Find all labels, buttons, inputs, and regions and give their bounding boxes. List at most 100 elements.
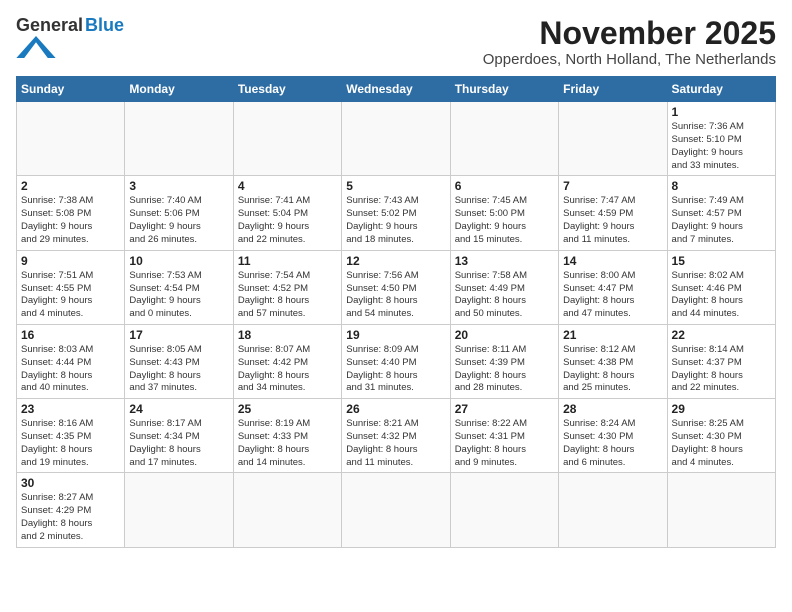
day-number: 20 (455, 328, 554, 342)
calendar-cell: 17 Sunrise: 8:05 AM Sunset: 4:43 PM Dayli… (125, 324, 233, 398)
calendar-cell: 11Sunrise: 7:54 AM Sunset: 4:52 PM Dayli… (233, 250, 341, 324)
day-number: 12 (346, 254, 445, 268)
day-info: Sunrise: 7:51 AM Sunset: 4:55 PM Dayligh… (21, 270, 120, 321)
weekday-header-saturday: Saturday (667, 77, 775, 102)
day-info: Sunrise: 7:47 AM Sunset: 4:59 PM Dayligh… (563, 195, 662, 246)
day-info: Sunrise: 8:17 AM Sunset: 4:34 PM Dayligh… (129, 418, 228, 469)
weekday-header-wednesday: Wednesday (342, 77, 450, 102)
calendar-cell: 10 Sunrise: 7:53 AM Sunset: 4:54 PM Dayli… (125, 250, 233, 324)
calendar-cell: 28 Sunrise: 8:24 AM Sunset: 4:30 PM Dayli… (559, 399, 667, 473)
day-info: Sunrise: 8:27 AM Sunset: 4:29 PM Dayligh… (21, 492, 120, 543)
calendar-cell: 2Sunrise: 7:38 AM Sunset: 5:08 PM Daylig… (17, 176, 125, 250)
calendar-cell (125, 473, 233, 547)
calendar-week-row: 16 Sunrise: 8:03 AM Sunset: 4:44 PM Dayli… (17, 324, 776, 398)
day-number: 23 (21, 402, 120, 416)
calendar-cell: 3 Sunrise: 7:40 AM Sunset: 5:06 PM Daylig… (125, 176, 233, 250)
weekday-header-monday: Monday (125, 77, 233, 102)
calendar-week-row: 9 Sunrise: 7:51 AM Sunset: 4:55 PM Daylig… (17, 250, 776, 324)
calendar-cell (125, 102, 233, 176)
calendar-cell: 1 Sunrise: 7:36 AM Sunset: 5:10 PM Daylig… (667, 102, 775, 176)
logo-text-general: General (16, 16, 83, 34)
logo: General Blue (16, 16, 124, 58)
day-number: 7 (563, 179, 662, 193)
day-info: Sunrise: 8:00 AM Sunset: 4:47 PM Dayligh… (563, 270, 662, 321)
day-number: 30 (21, 476, 120, 490)
calendar-cell (450, 102, 558, 176)
calendar-cell: 12 Sunrise: 7:56 AM Sunset: 4:50 PM Dayli… (342, 250, 450, 324)
calendar-cell (17, 102, 125, 176)
calendar-week-row: 2Sunrise: 7:38 AM Sunset: 5:08 PM Daylig… (17, 176, 776, 250)
calendar-cell: 26Sunrise: 8:21 AM Sunset: 4:32 PM Dayli… (342, 399, 450, 473)
day-info: Sunrise: 7:36 AM Sunset: 5:10 PM Dayligh… (672, 121, 771, 172)
day-number: 10 (129, 254, 228, 268)
day-number: 6 (455, 179, 554, 193)
day-number: 14 (563, 254, 662, 268)
calendar-cell (450, 473, 558, 547)
calendar-cell: 9 Sunrise: 7:51 AM Sunset: 4:55 PM Daylig… (17, 250, 125, 324)
day-info: Sunrise: 7:40 AM Sunset: 5:06 PM Dayligh… (129, 195, 228, 246)
calendar-cell: 7 Sunrise: 7:47 AM Sunset: 4:59 PM Daylig… (559, 176, 667, 250)
calendar-cell: 15 Sunrise: 8:02 AM Sunset: 4:46 PM Dayli… (667, 250, 775, 324)
calendar-cell: 6 Sunrise: 7:45 AM Sunset: 5:00 PM Daylig… (450, 176, 558, 250)
day-info: Sunrise: 7:54 AM Sunset: 4:52 PM Dayligh… (238, 270, 337, 321)
calendar-cell: 23Sunrise: 8:16 AM Sunset: 4:35 PM Dayli… (17, 399, 125, 473)
day-info: Sunrise: 8:14 AM Sunset: 4:37 PM Dayligh… (672, 344, 771, 395)
day-number: 25 (238, 402, 337, 416)
calendar-cell: 27Sunrise: 8:22 AM Sunset: 4:31 PM Dayli… (450, 399, 558, 473)
month-title: November 2025 (483, 16, 776, 51)
calendar-cell (233, 102, 341, 176)
day-info: Sunrise: 7:45 AM Sunset: 5:00 PM Dayligh… (455, 195, 554, 246)
day-number: 9 (21, 254, 120, 268)
calendar-week-row: 30 Sunrise: 8:27 AM Sunset: 4:29 PM Dayli… (17, 473, 776, 547)
calendar-cell: 13Sunrise: 7:58 AM Sunset: 4:49 PM Dayli… (450, 250, 558, 324)
day-number: 29 (672, 402, 771, 416)
day-info: Sunrise: 8:12 AM Sunset: 4:38 PM Dayligh… (563, 344, 662, 395)
page-header: General Blue November 2025 Opperdoes, No… (16, 16, 776, 68)
day-info: Sunrise: 8:07 AM Sunset: 4:42 PM Dayligh… (238, 344, 337, 395)
calendar-week-row: 23Sunrise: 8:16 AM Sunset: 4:35 PM Dayli… (17, 399, 776, 473)
day-info: Sunrise: 7:53 AM Sunset: 4:54 PM Dayligh… (129, 270, 228, 321)
calendar-table: SundayMondayTuesdayWednesdayThursdayFrid… (16, 76, 776, 548)
calendar-cell: 8 Sunrise: 7:49 AM Sunset: 4:57 PM Daylig… (667, 176, 775, 250)
day-number: 16 (21, 328, 120, 342)
day-number: 8 (672, 179, 771, 193)
day-number: 17 (129, 328, 228, 342)
day-info: Sunrise: 8:24 AM Sunset: 4:30 PM Dayligh… (563, 418, 662, 469)
day-number: 3 (129, 179, 228, 193)
day-info: Sunrise: 7:49 AM Sunset: 4:57 PM Dayligh… (672, 195, 771, 246)
day-info: Sunrise: 8:03 AM Sunset: 4:44 PM Dayligh… (21, 344, 120, 395)
day-number: 13 (455, 254, 554, 268)
calendar-cell (667, 473, 775, 547)
day-info: Sunrise: 8:25 AM Sunset: 4:30 PM Dayligh… (672, 418, 771, 469)
calendar-cell: 18 Sunrise: 8:07 AM Sunset: 4:42 PM Dayli… (233, 324, 341, 398)
calendar-cell: 20Sunrise: 8:11 AM Sunset: 4:39 PM Dayli… (450, 324, 558, 398)
calendar-cell: 25Sunrise: 8:19 AM Sunset: 4:33 PM Dayli… (233, 399, 341, 473)
logo-text-blue: Blue (85, 16, 124, 34)
day-number: 1 (672, 105, 771, 119)
day-info: Sunrise: 7:43 AM Sunset: 5:02 PM Dayligh… (346, 195, 445, 246)
location-title: Opperdoes, North Holland, The Netherland… (483, 51, 776, 68)
day-info: Sunrise: 7:56 AM Sunset: 4:50 PM Dayligh… (346, 270, 445, 321)
calendar-cell (342, 473, 450, 547)
weekday-header-friday: Friday (559, 77, 667, 102)
day-number: 22 (672, 328, 771, 342)
weekday-header-row: SundayMondayTuesdayWednesdayThursdayFrid… (17, 77, 776, 102)
day-number: 24 (129, 402, 228, 416)
day-info: Sunrise: 8:02 AM Sunset: 4:46 PM Dayligh… (672, 270, 771, 321)
day-number: 18 (238, 328, 337, 342)
day-number: 28 (563, 402, 662, 416)
calendar-cell: 29 Sunrise: 8:25 AM Sunset: 4:30 PM Dayli… (667, 399, 775, 473)
calendar-cell: 22 Sunrise: 8:14 AM Sunset: 4:37 PM Dayli… (667, 324, 775, 398)
day-info: Sunrise: 8:09 AM Sunset: 4:40 PM Dayligh… (346, 344, 445, 395)
calendar-cell (233, 473, 341, 547)
calendar-cell (559, 102, 667, 176)
calendar-week-row: 1 Sunrise: 7:36 AM Sunset: 5:10 PM Daylig… (17, 102, 776, 176)
day-number: 15 (672, 254, 771, 268)
day-info: Sunrise: 8:05 AM Sunset: 4:43 PM Dayligh… (129, 344, 228, 395)
calendar-cell (342, 102, 450, 176)
day-info: Sunrise: 7:41 AM Sunset: 5:04 PM Dayligh… (238, 195, 337, 246)
calendar-cell: 16 Sunrise: 8:03 AM Sunset: 4:44 PM Dayli… (17, 324, 125, 398)
calendar-cell: 4Sunrise: 7:41 AM Sunset: 5:04 PM Daylig… (233, 176, 341, 250)
logo-icon (16, 36, 56, 58)
day-number: 5 (346, 179, 445, 193)
